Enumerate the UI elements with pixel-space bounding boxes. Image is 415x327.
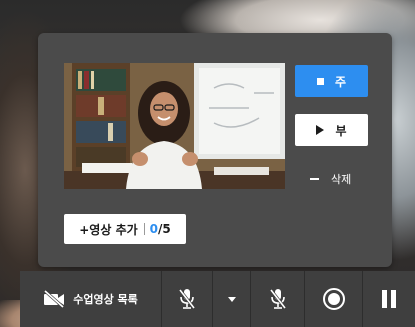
record-button[interactable]	[305, 271, 363, 327]
add-video-label: +영상 추가	[79, 222, 138, 237]
primary-video-button-label: 주	[334, 74, 347, 89]
video-selection-panel: 주 부 삭제 +영상 추가 0 /5	[38, 33, 392, 267]
secondary-video-button[interactable]: 부	[295, 114, 368, 146]
class-video-list-label: 수업영상 목록	[73, 293, 138, 306]
class-video-list-button[interactable]: 수업영상 목록	[20, 271, 162, 327]
mic-muted-icon	[269, 289, 286, 309]
delete-video-label: 삭제	[331, 173, 352, 186]
mic-toggle-button[interactable]	[162, 271, 213, 327]
bottom-toolbar: 수업영상 목록	[20, 271, 415, 327]
speaker-mic-toggle-button[interactable]	[251, 271, 305, 327]
mic-options-dropdown[interactable]	[213, 271, 251, 327]
stop-square-icon	[316, 77, 324, 85]
mic-muted-icon	[178, 289, 196, 309]
video-count-max: /5	[158, 222, 171, 236]
play-icon	[316, 125, 325, 135]
video-off-icon	[44, 290, 65, 308]
primary-video-button[interactable]: 주	[295, 65, 368, 97]
record-icon	[322, 288, 345, 310]
add-video-button[interactable]: +영상 추가 0 /5	[64, 214, 186, 244]
delete-video-button[interactable]: 삭제	[310, 169, 351, 189]
video-count-current: 0	[149, 222, 159, 236]
minus-icon	[310, 178, 319, 180]
pause-icon	[382, 290, 396, 308]
caret-down-icon	[227, 296, 236, 302]
add-video-divider	[143, 223, 145, 235]
secondary-video-button-label: 부	[335, 123, 347, 138]
teacher-video-image	[64, 63, 285, 189]
video-preview-thumbnail[interactable]	[64, 63, 285, 189]
pause-button[interactable]	[363, 271, 415, 327]
